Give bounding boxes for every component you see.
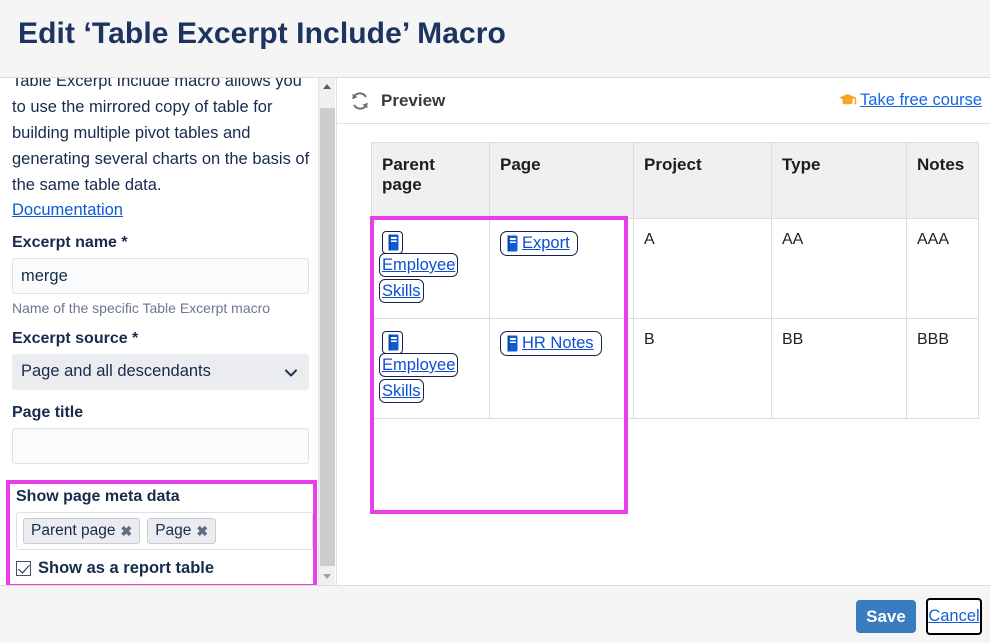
excerpt-name-input[interactable] bbox=[12, 258, 309, 294]
meta-data-chips-field[interactable]: Parent page ✖ Page ✖ bbox=[16, 512, 313, 550]
excerpt-source-select[interactable]: Page and all descendants bbox=[12, 354, 309, 390]
cell-parent-page: Employee Skills bbox=[371, 318, 490, 419]
dialog-body: Table Excerpt Include macro allows you t… bbox=[0, 78, 990, 585]
preview-label: Preview bbox=[381, 91, 446, 110]
column-header-parent-page: Parent page bbox=[371, 142, 490, 219]
show-as-report-table-row[interactable]: Show as a report table bbox=[16, 559, 309, 578]
close-icon[interactable]: ✖ bbox=[120, 524, 132, 538]
chevron-up-icon bbox=[323, 84, 331, 89]
chip-label: Parent page bbox=[31, 522, 116, 539]
page-document-icon bbox=[382, 231, 403, 254]
scrollbar-thumb[interactable] bbox=[320, 108, 335, 566]
cell-notes: BBB bbox=[906, 318, 979, 419]
page-link-label: Export bbox=[522, 234, 570, 252]
form-scrollbar[interactable] bbox=[318, 78, 335, 585]
parent-page-link[interactable]: Employee Skills bbox=[378, 331, 479, 404]
preview-table-area: Parent page Page Project Type Notes Empl… bbox=[337, 124, 990, 419]
show-page-meta-data-group: Show page meta data Parent page ✖ Page ✖ bbox=[6, 480, 317, 585]
page-link-export[interactable]: Export bbox=[500, 231, 578, 256]
parent-page-label: Employee Skills bbox=[378, 253, 459, 303]
macro-form-panel: Table Excerpt Include macro allows you t… bbox=[0, 78, 322, 585]
table-row: Employee Skills bbox=[371, 318, 979, 419]
close-icon[interactable]: ✖ bbox=[196, 524, 208, 538]
cell-type: AA bbox=[771, 218, 907, 319]
page-link-label: HR Notes bbox=[522, 334, 594, 352]
meta-data-label: Show page meta data bbox=[16, 488, 180, 505]
cell-type: BB bbox=[771, 318, 907, 419]
cell-notes: AAA bbox=[906, 218, 979, 319]
chip-page[interactable]: Page ✖ bbox=[147, 518, 217, 544]
chip-label: Page bbox=[155, 522, 192, 539]
cell-page: HR Notes bbox=[489, 318, 634, 419]
dialog-footer: Save Cancel bbox=[0, 585, 990, 643]
graduation-cap-icon bbox=[838, 93, 857, 108]
checkbox-checked-icon[interactable] bbox=[16, 561, 31, 576]
dialog-header: Edit ‘Table Excerpt Include’ Macro bbox=[0, 0, 990, 78]
cancel-label: Cancel bbox=[928, 607, 980, 625]
preview-toolbar: Preview Take free course bbox=[337, 78, 990, 124]
column-header-page: Page bbox=[489, 142, 634, 219]
show-as-report-table-label: Show as a report table bbox=[38, 559, 215, 577]
excerpt-source-label: Excerpt source * bbox=[12, 330, 139, 347]
cell-project: A bbox=[633, 218, 772, 319]
excerpt-source-value: Page and all descendants bbox=[21, 362, 211, 380]
page-document-icon bbox=[382, 331, 403, 354]
cell-parent-page: Employee Skills bbox=[371, 218, 490, 319]
scroll-down-button[interactable] bbox=[319, 568, 335, 585]
page-title: Edit ‘Table Excerpt Include’ Macro bbox=[18, 17, 506, 50]
parent-page-label: Employee Skills bbox=[378, 353, 459, 403]
page-link-hr-notes[interactable]: HR Notes bbox=[500, 331, 602, 356]
page-title-label: Page title bbox=[12, 404, 84, 421]
excerpt-name-hint: Name of the specific Table Excerpt macro bbox=[12, 300, 271, 316]
preview-table: Parent page Page Project Type Notes Empl… bbox=[371, 142, 979, 419]
table-header-row: Parent page Page Project Type Notes bbox=[371, 142, 979, 219]
macro-description: Table Excerpt Include macro allows you t… bbox=[12, 78, 310, 194]
table-row: Employee Skills bbox=[371, 218, 979, 319]
cell-project: B bbox=[633, 318, 772, 419]
chevron-down-icon bbox=[284, 366, 298, 380]
take-free-course-label: Take free course bbox=[860, 91, 982, 109]
column-header-type: Type bbox=[771, 142, 907, 219]
preview-panel: Preview Take free course Parent page Pag… bbox=[336, 78, 990, 585]
chip-parent-page[interactable]: Parent page ✖ bbox=[23, 518, 141, 544]
page-document-icon bbox=[507, 335, 518, 352]
column-header-notes: Notes bbox=[906, 142, 979, 219]
column-header-project: Project bbox=[633, 142, 772, 219]
excerpt-name-label: Excerpt name * bbox=[12, 234, 128, 251]
parent-page-link[interactable]: Employee Skills bbox=[378, 231, 479, 304]
refresh-icon[interactable] bbox=[349, 90, 371, 112]
save-button[interactable]: Save bbox=[856, 600, 916, 633]
macro-edit-dialog: Edit ‘Table Excerpt Include’ Macro Table… bbox=[0, 0, 990, 643]
chevron-down-icon bbox=[323, 574, 331, 579]
cancel-button[interactable]: Cancel bbox=[926, 598, 982, 635]
page-document-icon bbox=[507, 235, 518, 252]
page-title-input[interactable] bbox=[12, 428, 309, 464]
cell-page: Export bbox=[489, 218, 634, 319]
documentation-link[interactable]: Documentation bbox=[12, 201, 123, 220]
take-free-course-link[interactable]: Take free course bbox=[838, 91, 982, 110]
scroll-up-button[interactable] bbox=[319, 78, 335, 95]
